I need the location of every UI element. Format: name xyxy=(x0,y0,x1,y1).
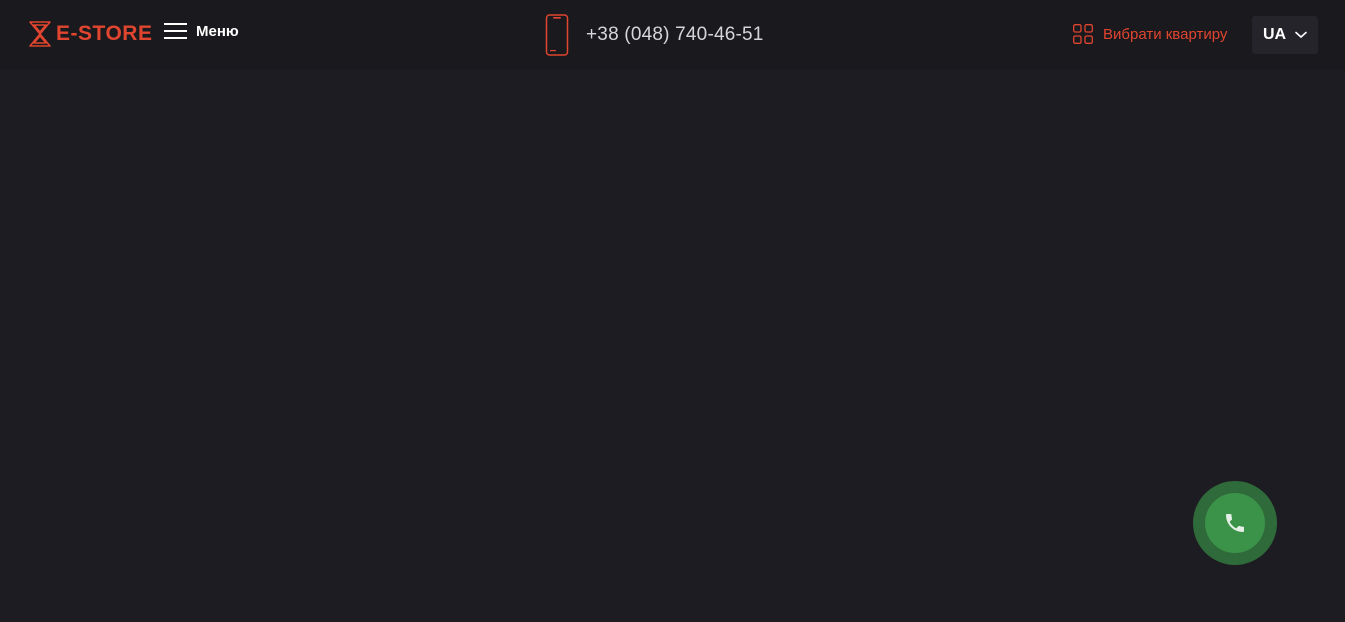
smartphone-icon xyxy=(545,14,569,56)
call-button-inner xyxy=(1205,493,1265,553)
choose-apartment-button[interactable]: Вибрати квартиру xyxy=(1073,24,1227,44)
chevron-down-icon xyxy=(1295,31,1307,39)
phone-number: +38 (048) 740-46-51 xyxy=(586,24,764,45)
choose-apartment-label: Вибрати квартиру xyxy=(1103,25,1228,43)
language-select[interactable]: UA xyxy=(1252,16,1318,54)
main-content xyxy=(0,70,1345,622)
menu-button[interactable]: Меню xyxy=(164,22,239,40)
hourglass-logo-icon xyxy=(29,21,51,47)
phone-handset-icon xyxy=(1226,514,1244,532)
language-label: UA xyxy=(1263,26,1287,43)
burger-menu-icon xyxy=(164,23,187,39)
phone-link[interactable]: +38 (048) 740-46-51 xyxy=(545,14,764,56)
grid-icon xyxy=(1073,24,1093,44)
logo-text: E-STORE xyxy=(56,22,153,45)
logo[interactable]: E-STORE xyxy=(28,20,152,48)
call-button[interactable] xyxy=(1193,481,1277,565)
site-header: E-STORE Меню +38 (048) 740-46-51 Вибрати… xyxy=(0,0,1345,70)
menu-label: Меню xyxy=(196,22,239,40)
